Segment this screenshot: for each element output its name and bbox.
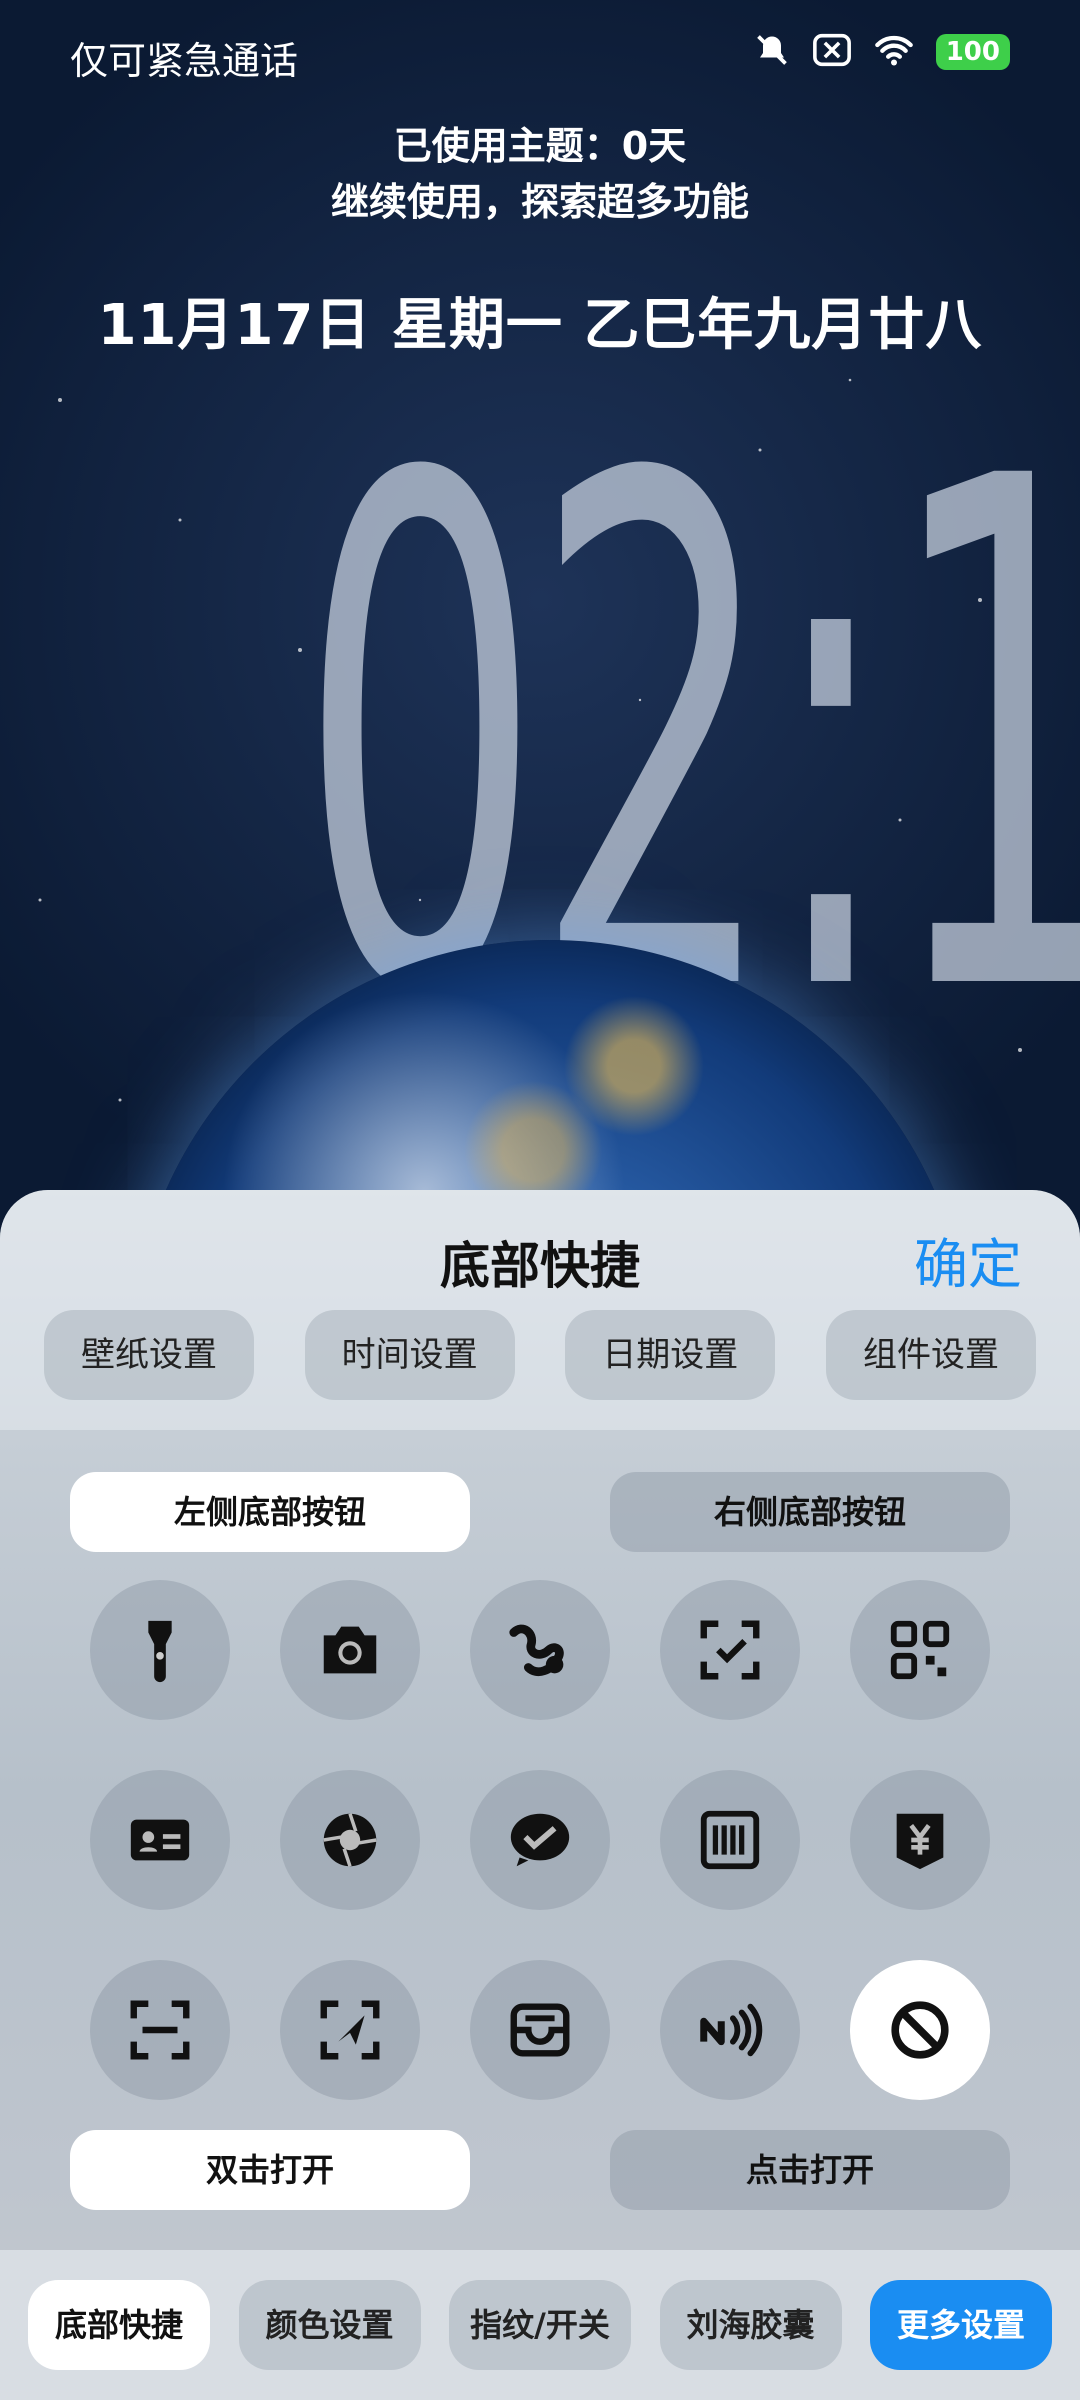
tab-time-settings[interactable]: 时间设置	[304, 1310, 515, 1400]
flashlight-icon[interactable]	[90, 1580, 230, 1720]
nfc-icon[interactable]	[660, 1960, 800, 2100]
wallet-icon[interactable]	[470, 1960, 610, 2100]
open-mode-selector: 双击打开 点击打开	[70, 2130, 1010, 2210]
scan-send-icon[interactable]	[280, 1960, 420, 2100]
carrier-status: 仅可紧急通话	[70, 39, 299, 83]
settings-tabs: 壁纸设置 时间设置 日期设置 组件设置	[44, 1310, 1036, 1400]
status-icons: 100	[754, 32, 1010, 72]
qr-code-icon[interactable]	[850, 1580, 990, 1720]
disabled-icon[interactable]	[850, 1960, 990, 2100]
payment-yen-icon[interactable]	[850, 1770, 990, 1910]
tab-wallpaper-settings[interactable]: 壁纸设置	[44, 1310, 254, 1400]
no-sim-icon	[812, 32, 852, 72]
bell-muted-icon	[754, 32, 790, 72]
bottom-navigation: 底部快捷 颜色设置 指纹/开关 刘海胶囊 更多设置	[0, 2250, 1080, 2400]
theme-continue-text: 继续使用，探索超多功能	[330, 180, 749, 224]
camera-icon[interactable]	[280, 1580, 420, 1720]
status-bar: 仅可紧急通话 100	[0, 0, 1080, 110]
nav-more-settings[interactable]: 更多设置	[870, 2280, 1052, 2370]
aperture-icon[interactable]	[280, 1770, 420, 1910]
nav-fingerprint-switch[interactable]: 指纹/开关	[449, 2280, 631, 2370]
drawing-icon[interactable]	[470, 1580, 610, 1720]
nav-bottom-shortcut[interactable]: 底部快捷	[28, 2280, 210, 2370]
battery-indicator: 100	[935, 34, 1010, 70]
tab-date-settings[interactable]: 日期设置	[565, 1310, 776, 1400]
theme-days-used: 已使用主题：0天	[393, 124, 687, 168]
right-bottom-button-tab[interactable]: 右侧底部按钮	[610, 1472, 1010, 1552]
barcode-icon[interactable]	[660, 1770, 800, 1910]
scan-frame-icon[interactable]	[90, 1960, 230, 2100]
bottom-shortcut-sheet: 底部快捷 确定 壁纸设置 时间设置 日期设置 组件设置 左侧底部按钮 右侧底部按…	[0, 1190, 1080, 2400]
theme-info[interactable]: 已使用主题：0天 继续使用，探索超多功能	[0, 118, 1080, 230]
scan-check-icon[interactable]	[660, 1580, 800, 1720]
nav-color-settings[interactable]: 颜色设置	[238, 2280, 421, 2370]
left-bottom-button-tab[interactable]: 左侧底部按钮	[70, 1472, 470, 1552]
tab-widget-settings[interactable]: 组件设置	[825, 1310, 1036, 1400]
single-tap-open-button[interactable]: 点击打开	[610, 2130, 1010, 2210]
chat-bubble-icon[interactable]	[470, 1770, 610, 1910]
id-card-icon[interactable]	[90, 1770, 230, 1910]
double-tap-open-button[interactable]: 双击打开	[70, 2130, 470, 2210]
nav-notch-capsule[interactable]: 刘海胶囊	[659, 2280, 842, 2370]
confirm-button[interactable]: 确定	[914, 1220, 1022, 1299]
shortcut-icon-grid	[90, 1580, 990, 2100]
lockscreen-date: 11月17日 星期一 乙巳年九月廿八	[97, 293, 983, 358]
side-selector: 左侧底部按钮 右侧底部按钮	[70, 1472, 1010, 1552]
wifi-icon	[874, 33, 914, 71]
